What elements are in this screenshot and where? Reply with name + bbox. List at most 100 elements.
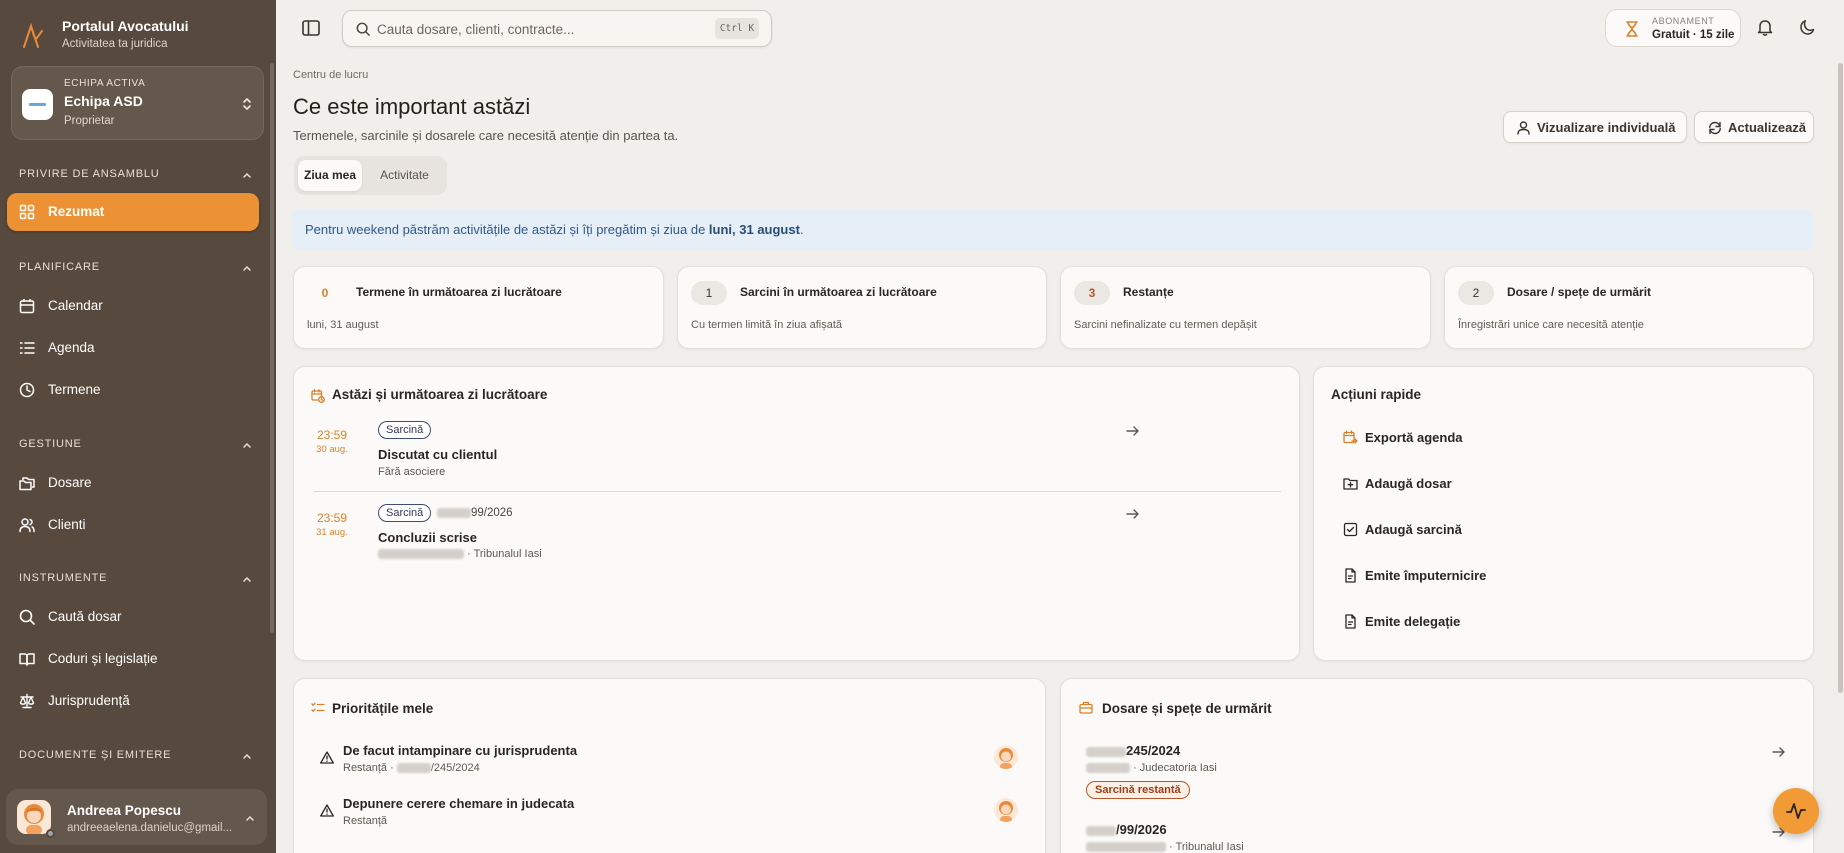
chevron-up-icon (243, 576, 251, 582)
search-icon (19, 609, 35, 625)
individual-view-button[interactable]: Vizualizare individuală (1503, 111, 1687, 143)
case-ref: /245/2024 (430, 762, 480, 774)
stat-subtitle: luni, 31 august (307, 319, 379, 331)
sidebar-item-cauta-dosar[interactable]: Caută dosar (7, 598, 259, 636)
event-hour: 23:59 (316, 428, 348, 442)
document-icon (1345, 568, 1356, 583)
sidebar-item-label: Termene (48, 382, 101, 397)
redacted (1086, 746, 1126, 757)
tab-activitate[interactable]: Activitate (366, 160, 443, 191)
redacted (1086, 763, 1130, 774)
activity-fab-button[interactable] (1773, 788, 1819, 834)
overdue-tag: Sarcină restantă (1086, 781, 1190, 799)
grid-icon (19, 204, 35, 220)
stat-value: 3 (1074, 281, 1110, 305)
section-management[interactable]: GESTIUNE (19, 438, 253, 452)
sidebar-scrollbar[interactable] (270, 63, 274, 633)
hourglass-icon (1626, 21, 1638, 37)
case-number: 245/2024 (1086, 743, 1180, 758)
type-tag: Sarcină (378, 504, 432, 522)
user-email: andreeaelena.danieluc@gmail... (67, 822, 233, 834)
stat-card-restante[interactable]: 3 Restanțe Sarcini nefinalizate cu terme… (1060, 266, 1431, 349)
checkbox-icon (1343, 522, 1358, 537)
subscription-badge[interactable]: ABONAMENT Gratuit · 15 zile (1605, 9, 1741, 47)
stat-title: Restanțe (1123, 285, 1174, 299)
search-input[interactable] (377, 19, 697, 39)
card-title: Astăzi și următoarea zi lucrătoare (332, 387, 548, 402)
redacted (1086, 842, 1166, 853)
chevron-up-icon (243, 442, 251, 448)
arrow-right-icon[interactable] (1126, 425, 1140, 437)
event-meta: Fără asociere (378, 466, 446, 478)
tab-ziua-mea[interactable]: Ziua mea (298, 160, 362, 191)
stat-title: Sarcini în următoarea zi lucrătoare (740, 285, 937, 299)
brand[interactable]: Portalul Avocatului Activitatea ta jurid… (18, 17, 268, 57)
app-subtitle: Activitatea ta juridica (62, 38, 168, 50)
sidebar-item-termene[interactable]: Termene (7, 371, 259, 409)
priorities-card: Prioritățile mele De facut intampinare c… (293, 678, 1046, 853)
team-switcher[interactable]: ECHIPA ACTIVA Echipa ASD Proprietar (11, 66, 264, 140)
case-meta: · Tribunalul Iasi (1086, 841, 1244, 853)
page-title: Ce este important astăzi (293, 94, 531, 119)
redacted (378, 549, 464, 560)
moon-icon[interactable] (1800, 19, 1816, 36)
sidebar-item-coduri[interactable]: Coduri și legislație (7, 640, 259, 678)
breadcrumb[interactable]: Centru de lucru (293, 69, 368, 81)
section-planning[interactable]: PLANIFICARE (19, 261, 253, 275)
case-ref: 99/2026 (471, 507, 513, 519)
main-scrollbar[interactable] (1838, 63, 1843, 693)
info-banner: Pentru weekend păstrăm activitățile de a… (292, 210, 1814, 250)
court-name: · Judecatoria Iasi (1130, 762, 1217, 774)
stat-subtitle: Cu termen limită în ziua afișată (691, 319, 843, 331)
chevron-up-icon (246, 815, 254, 821)
sidebar-item-agenda[interactable]: Agenda (7, 329, 259, 367)
arrow-right-icon[interactable] (1126, 508, 1140, 520)
arrow-right-icon[interactable] (1772, 746, 1786, 758)
user-name: Andreea Popescu (67, 803, 182, 818)
sidebar-item-dosare[interactable]: Dosare (7, 464, 259, 502)
priority-title: Depunere cerere chemare in judecata (343, 796, 575, 811)
action-label: Emite împuternicire (1365, 568, 1487, 583)
view-tabs: Ziua mea Activitate (294, 156, 447, 195)
clock-icon (19, 382, 35, 398)
sidebar-item-label: Agenda (48, 340, 95, 355)
button-label: Vizualizare individuală (1537, 120, 1676, 135)
activity-icon (1786, 803, 1806, 819)
sidebar-item-jurisprudenta[interactable]: Jurisprudență (7, 682, 259, 720)
subscription-label: ABONAMENT (1652, 16, 1715, 26)
stat-card-dosare[interactable]: 2 Dosare / spețe de urmărit Înregistrări… (1444, 266, 1814, 349)
stat-title: Dosare / spețe de urmărit (1507, 285, 1652, 299)
sidebar: Portalul Avocatului Activitatea ta jurid… (0, 0, 276, 853)
event-title: Discutat cu clientul (378, 447, 498, 462)
case-ref: 245/2024 (1126, 743, 1181, 758)
event-hour: 23:59 (316, 511, 348, 525)
sidebar-item-calendar[interactable]: Calendar (7, 287, 259, 325)
sidebar-toggle-icon[interactable] (301, 18, 321, 38)
shortcut-badge: Ctrl K (715, 18, 759, 39)
assignee-avatar (994, 745, 1018, 769)
section-tools[interactable]: INSTRUMENTE (19, 572, 253, 586)
stat-card-sarcini[interactable]: 1 Sarcini în următoarea zi lucrătoare Cu… (677, 266, 1047, 349)
section-documents[interactable]: DOCUMENTE ȘI EMITERE (19, 749, 253, 763)
case-number: /99/2026 (1086, 822, 1167, 837)
bell-icon[interactable] (1757, 19, 1773, 36)
refresh-icon (1709, 121, 1721, 135)
section-overview[interactable]: PRIVIRE DE ANSAMBLU (19, 168, 253, 182)
scales-icon (19, 693, 35, 709)
refresh-button[interactable]: Actualizează (1694, 111, 1814, 143)
stat-card-termene[interactable]: 0 Termene în următoarea zi lucrătoare lu… (293, 266, 664, 349)
action-label: Adaugă sarcină (1365, 522, 1462, 537)
user-menu[interactable]: Andreea Popescu andreeaelena.danieluc@gm… (6, 789, 267, 845)
redacted (1086, 825, 1116, 836)
search-bar[interactable]: Ctrl K (342, 10, 772, 47)
sidebar-item-clienti[interactable]: Clienti (7, 506, 259, 544)
event-time: 23:59 31 aug. (314, 511, 350, 538)
section-title: DOCUMENTE ȘI EMITERE (19, 749, 172, 761)
folders-icon (19, 477, 35, 491)
sidebar-item-label: Calendar (48, 298, 103, 313)
list-icon (19, 342, 35, 354)
sidebar-item-rezumat[interactable]: Rezumat (7, 193, 259, 231)
watch-card: Dosare și spețe de urmărit 245/2024 · Ju… (1060, 678, 1814, 853)
team-label: ECHIPA ACTIVA (64, 78, 146, 89)
subscription-value: Gratuit · 15 zile (1652, 29, 1735, 41)
